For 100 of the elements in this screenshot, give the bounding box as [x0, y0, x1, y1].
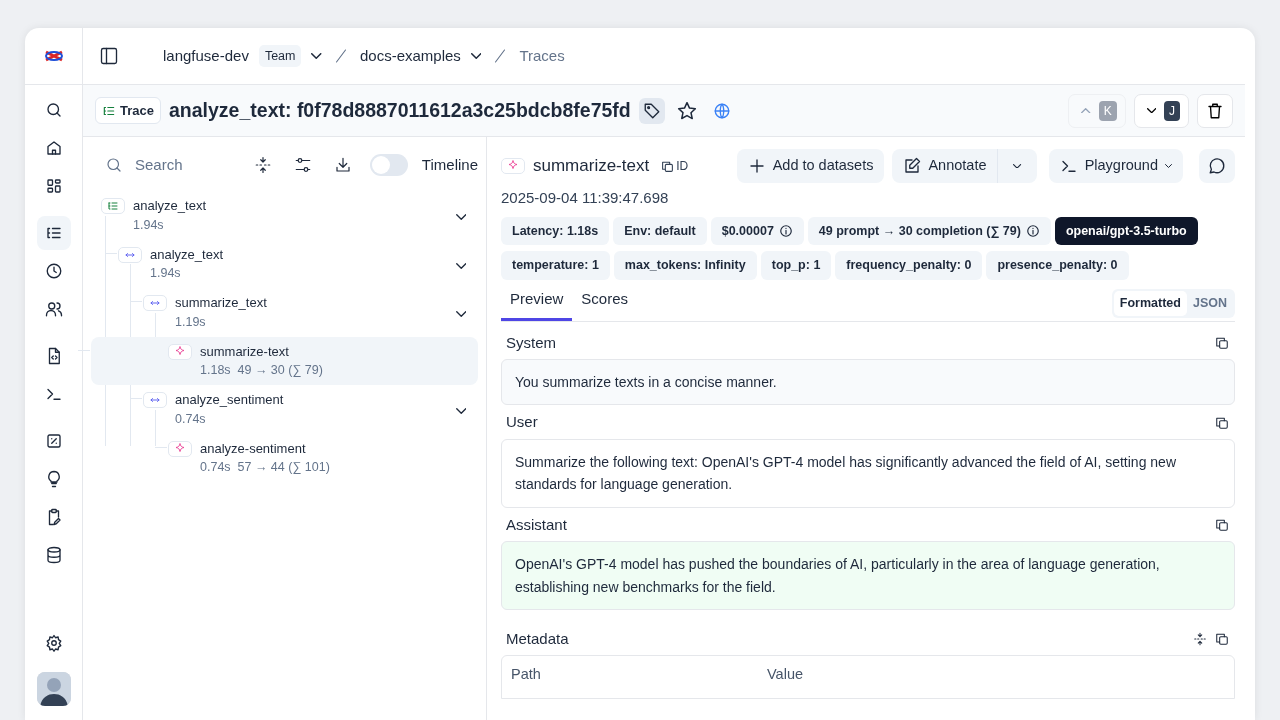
- node-name: analyze_sentiment: [175, 391, 284, 409]
- parameter-badge: Latency: 1.18s: [501, 216, 610, 246]
- trace-title: analyze_text: f0f78d8887011612a3c25bdcb8fe75fd: [169, 97, 631, 123]
- node-meta: 0.74s: [175, 410, 207, 428]
- model-badge: openai/gpt-3.5-turbo: [1054, 216, 1198, 246]
- view-mode-toggle[interactable]: JSON: [1186, 290, 1233, 316]
- node-meta: 1.19s: [175, 313, 207, 331]
- download-icon: [333, 156, 352, 174]
- copy-icon: [1215, 632, 1229, 647]
- search-field[interactable]: Search: [133, 152, 233, 178]
- project-name[interactable]: docs-examples: [360, 44, 461, 68]
- message-role: User: [506, 412, 538, 433]
- settings-icon: [44, 634, 63, 652]
- sliders-icon: [293, 156, 312, 174]
- parameter-badge: frequency_penalty: 0: [835, 251, 983, 280]
- parameter-badge: 49 prompt → 30 completion (∑ 79): [807, 216, 1051, 246]
- star-icon: [676, 100, 697, 121]
- chevron-down-icon: [1146, 107, 1156, 114]
- node-name: summarize-text: [200, 342, 290, 361]
- globe-icon: [712, 101, 731, 120]
- section-title: Metadata: [506, 628, 569, 649]
- message-content: You summarize texts in a concise manner.: [501, 359, 1235, 406]
- copy-id-button[interactable]: ID: [657, 153, 693, 179]
- comment-button[interactable]: [1199, 149, 1235, 183]
- copy-icon: [1215, 335, 1229, 350]
- search-icon: [44, 101, 63, 119]
- clock-icon: [44, 262, 63, 280]
- copy-icon: [1215, 517, 1229, 532]
- column-header: Path: [511, 665, 542, 685]
- node-meta: 1.94s: [150, 265, 182, 282]
- parameter-badge: temperature: 1: [501, 251, 610, 280]
- node-name: analyze_text: [133, 197, 206, 215]
- trash-icon: [1206, 101, 1224, 120]
- node-meta: 1.18s 49 → 30 (∑ 79): [200, 362, 323, 379]
- copy-icon: [1215, 415, 1229, 430]
- chevron-up-icon: [1081, 107, 1091, 114]
- parameter-badge: Env: default: [613, 216, 707, 246]
- message-role: Assistant: [506, 514, 567, 535]
- annotate-button[interactable]: Annotate: [892, 149, 998, 183]
- tag-button[interactable]: [638, 97, 665, 124]
- caret-icon: [1165, 164, 1172, 168]
- parameter-badge: presence_penalty: 0: [986, 251, 1129, 280]
- node-name: summarize_text: [175, 294, 267, 312]
- collapse-icon: [1193, 632, 1207, 647]
- parameter-badge: top_p: 1: [760, 251, 832, 280]
- edit-icon: [903, 157, 922, 175]
- copy-button[interactable]: [1215, 335, 1229, 350]
- search-icon: [105, 156, 123, 174]
- node-name: analyze-sentiment: [200, 439, 307, 458]
- timeline-toggle[interactable]: [369, 154, 408, 176]
- node-meta: 1.94s: [133, 216, 165, 234]
- delete-button[interactable]: [1197, 93, 1233, 128]
- organization-name[interactable]: langfuse-dev: [163, 44, 249, 68]
- copy-button[interactable]: [1215, 415, 1229, 430]
- chevron-down-icon: [455, 311, 466, 317]
- node-name: analyze_text: [150, 245, 223, 264]
- column-header: Value: [767, 665, 804, 685]
- plan-badge: Team: [258, 44, 302, 68]
- collapse-icon: [253, 156, 272, 174]
- add-to-datasets-button[interactable]: Add to datasets: [736, 149, 885, 183]
- sidebar-icon: [99, 46, 119, 66]
- copy-button[interactable]: [1215, 632, 1229, 647]
- chevron-down-icon: [455, 262, 466, 269]
- users-icon: [44, 300, 63, 318]
- copy-button[interactable]: [1215, 517, 1229, 532]
- chevron-down-icon: [455, 408, 466, 414]
- view-mode-toggle[interactable]: Formatted: [1113, 290, 1187, 316]
- playground-button[interactable]: Playground: [1048, 149, 1183, 183]
- timeline-label: Timeline: [421, 154, 478, 175]
- chevron-down-icon: [311, 53, 322, 59]
- tag-icon: [642, 101, 661, 120]
- info-icon: [778, 223, 793, 238]
- parameter-badge: max_tokens: Infinity: [613, 251, 757, 280]
- copy-icon: [661, 159, 675, 173]
- message-role: System: [506, 332, 556, 353]
- list-nav-button[interactable]: [36, 216, 71, 250]
- key-hint: J: [1164, 100, 1180, 121]
- message-content: Summarize the following text: OpenAI's GPT-4 model has significantly advanced the field of AI, setting new standards for language generation.: [501, 438, 1235, 508]
- key-hint: K: [1098, 100, 1117, 121]
- expand-button[interactable]: [1193, 632, 1207, 647]
- avatar[interactable]: [36, 672, 71, 706]
- parameter-badge: $0.00007: [710, 216, 804, 246]
- chevron-down-icon: [1013, 163, 1022, 169]
- next-button[interactable]: J: [1133, 93, 1189, 128]
- plus-icon: [747, 157, 766, 175]
- tab[interactable]: Preview: [501, 284, 573, 321]
- comment-icon: [1208, 157, 1226, 175]
- logo[interactable]: [43, 49, 64, 63]
- grid-icon: [44, 177, 63, 195]
- trace-badge: Trace: [95, 96, 161, 125]
- page-name[interactable]: Traces: [519, 44, 565, 68]
- chevron-down-icon: [455, 214, 466, 220]
- database-icon: [44, 546, 63, 564]
- tab[interactable]: Scores: [572, 284, 638, 321]
- node-meta: 0.74s 57 → 44 (∑ 101): [200, 459, 330, 476]
- tree-node[interactable]: analyze_text 1.94s: [93, 191, 478, 240]
- timestamp: 2025-09-04 11:39:47.698: [501, 188, 670, 208]
- percent-icon: [44, 432, 63, 450]
- info-icon: [1025, 223, 1040, 238]
- observation-title: summarize-text: [533, 155, 650, 178]
